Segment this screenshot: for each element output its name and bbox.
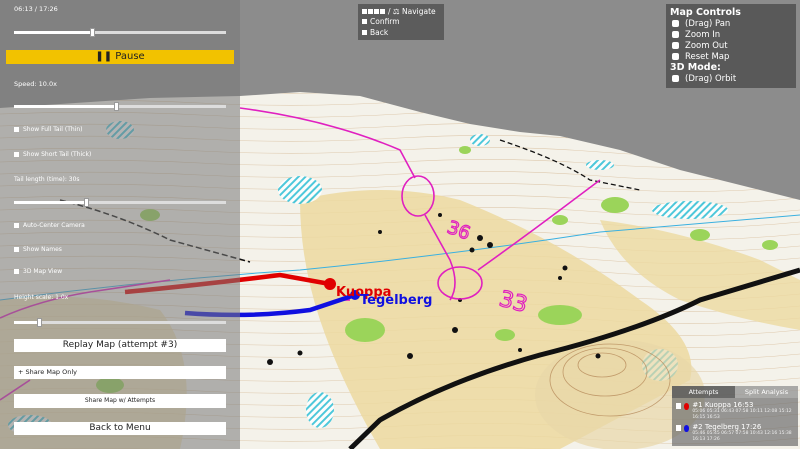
arrow-key-icon <box>368 8 373 14</box>
speed-label: Speed: 10.0x <box>14 80 57 88</box>
confirm-hint: Confirm <box>362 17 440 28</box>
3d-map-view-label: 3D Map View <box>23 268 63 275</box>
height-scale-slider[interactable] <box>14 318 226 327</box>
share-map-only-button[interactable]: + Share Map Only <box>14 366 226 379</box>
zoom-in-hint: Zoom In <box>685 29 721 40</box>
height-knob[interactable] <box>37 318 43 327</box>
attempt-checkbox[interactable] <box>676 403 681 409</box>
arrow-key-icon <box>362 8 367 14</box>
checkbox[interactable] <box>14 269 19 274</box>
runner-color-dot <box>683 424 690 432</box>
map-controls-panel: Map Controls (Drag) Pan Zoom In Zoom Out… <box>666 4 796 88</box>
3d-mode-title: 3D Mode: <box>670 62 721 73</box>
show-full-tail-label: Show Full Tail (Thin) <box>23 126 83 133</box>
back-to-menu-button[interactable]: Back to Menu <box>14 422 226 435</box>
orbit-hint: (Drag) Orbit <box>685 73 737 84</box>
tail-fill <box>14 201 87 204</box>
runner-color-dot <box>683 402 690 410</box>
height-scale-label: Height scale: 1.0x <box>14 294 69 301</box>
speed-fill <box>14 105 116 108</box>
confirm-label: Confirm <box>370 17 400 27</box>
attempt-name: #1 Kuoppa 16:53 <box>692 401 754 409</box>
3d-map-view-toggle[interactable]: 3D Map View <box>14 268 62 275</box>
navigate-label: / ⚖ Navigate <box>388 6 436 16</box>
checkbox[interactable] <box>14 127 19 132</box>
tab-split-analysis[interactable]: Split Analysis <box>735 386 798 398</box>
show-names-label: Show Names <box>23 246 62 253</box>
runner-marker-kuoppa[interactable] <box>324 278 336 290</box>
tail-knob[interactable] <box>84 198 90 207</box>
auto-center-toggle[interactable]: Auto-Center Camera <box>14 222 85 229</box>
progress-knob[interactable] <box>90 28 96 37</box>
attempt-checkbox[interactable] <box>676 425 681 431</box>
replay-progress-slider[interactable] <box>14 28 226 37</box>
show-short-tail-toggle[interactable]: Show Short Tail (Thick) <box>14 151 91 158</box>
attempts-panel: Attempts Split Analysis #1 Kuoppa 16:53 … <box>672 386 798 446</box>
replay-time-display: 06:13 / 17:26 <box>14 5 58 13</box>
attempt-name: #2 Tegelberg 17:26 <box>692 423 762 431</box>
scroll-down-icon <box>672 42 679 49</box>
scroll-up-icon <box>672 31 679 38</box>
zoom-out-hint: Zoom Out <box>685 40 728 51</box>
tail-length-label: Tail length (time): 30s <box>14 176 80 183</box>
attempt-splits: 05:06 05:31 06:43 07:58 10:11 12:08 15:1… <box>692 409 792 420</box>
attempt-row[interactable]: #2 Tegelberg 17:26 05:46 05:45 06:57 07:… <box>676 423 794 442</box>
reset-map-hint: Reset Map <box>685 51 730 62</box>
runner-name-label: Tegelberg <box>360 293 432 308</box>
mouse-right-drag-icon <box>672 75 679 82</box>
arrow-key-icon <box>374 8 379 14</box>
map-controls-title: Map Controls <box>670 7 741 18</box>
pause-icon: ❚❚ <box>95 51 113 62</box>
progress-fill <box>14 31 93 34</box>
checkbox[interactable] <box>14 223 19 228</box>
pause-button[interactable]: ❚❚ Pause <box>6 50 234 64</box>
replay-map-button[interactable]: Replay Map (attempt #3) <box>14 339 226 352</box>
share-map-attempts-button[interactable]: Share Map w/ Attempts <box>14 394 226 408</box>
checkbox[interactable] <box>14 247 19 252</box>
speed-knob[interactable] <box>113 102 119 111</box>
reset-key-icon <box>672 53 679 60</box>
replay-control-panel: 06:13 / 17:26 ❚❚ Pause Speed: 10.0x Show… <box>0 0 240 449</box>
pan-hint: (Drag) Pan <box>685 18 731 29</box>
show-short-tail-label: Show Short Tail (Thick) <box>23 151 92 158</box>
enter-key-icon <box>362 19 367 25</box>
height-fill <box>14 321 40 324</box>
speed-slider[interactable] <box>14 102 226 111</box>
attempt-splits: 05:46 05:45 06:57 07:58 10:43 12:16 15:3… <box>692 431 792 442</box>
navigate-hint: / ⚖ Navigate <box>362 6 440 17</box>
back-hint: Back <box>362 27 440 38</box>
arrow-key-icon <box>380 8 385 14</box>
pause-label: Pause <box>115 51 145 62</box>
escape-key-icon <box>362 29 367 35</box>
navigation-hint-box: / ⚖ Navigate Confirm Back <box>358 4 444 40</box>
tab-attempts[interactable]: Attempts <box>672 386 735 398</box>
show-full-tail-toggle[interactable]: Show Full Tail (Thin) <box>14 126 82 133</box>
mouse-drag-icon <box>672 20 679 27</box>
tail-length-slider[interactable] <box>14 198 226 207</box>
checkbox[interactable] <box>14 152 19 157</box>
attempt-row[interactable]: #1 Kuoppa 16:53 05:06 05:31 06:43 07:58 … <box>676 401 794 420</box>
auto-center-label: Auto-Center Camera <box>23 222 85 229</box>
back-label: Back <box>370 27 389 37</box>
show-names-toggle[interactable]: Show Names <box>14 246 62 253</box>
